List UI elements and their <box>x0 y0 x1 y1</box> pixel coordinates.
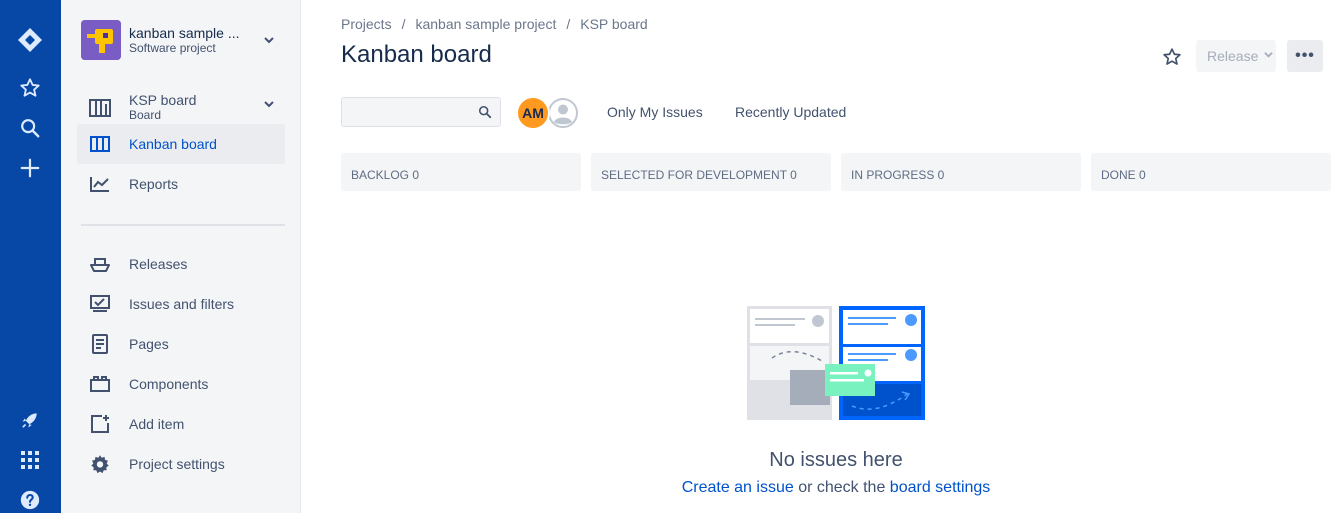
column-title: IN PROGRESS 0 <box>851 168 945 182</box>
empty-state-title: No issues here <box>769 449 903 471</box>
sidebar-item-label: Reports <box>129 176 179 192</box>
page-title: Kanban board <box>341 41 492 68</box>
star-button[interactable] <box>1160 45 1184 69</box>
sidebar-item-releases[interactable]: Releases <box>77 244 285 284</box>
help-icon[interactable] <box>14 484 46 513</box>
sidebar-item-label: Releases <box>129 256 188 272</box>
search-field[interactable] <box>341 97 501 127</box>
board-switcher[interactable]: KSP board Board <box>77 88 285 128</box>
avatar-unassigned[interactable] <box>546 96 580 130</box>
plus-icon[interactable] <box>14 152 46 184</box>
sidebar-item-label: Issues and filters <box>129 296 235 312</box>
release-label: Release <box>1207 48 1259 64</box>
search-icon[interactable] <box>14 112 46 144</box>
column-in-progress: IN PROGRESS 0 <box>841 153 1081 191</box>
sidebar-divider <box>81 224 285 226</box>
empty-state-text: or check the <box>793 479 890 496</box>
avatar-am[interactable]: AM <box>516 96 550 130</box>
user-icon <box>548 98 578 128</box>
column-backlog: BACKLOG 0 <box>341 153 581 191</box>
components-icon <box>89 374 111 394</box>
sidebar-item-kanban-board[interactable]: Kanban board <box>77 124 285 164</box>
sidebar-item-label: Project settings <box>129 456 225 472</box>
jira-logo-icon[interactable] <box>14 24 46 56</box>
column-title: DONE 0 <box>1101 168 1146 182</box>
sidebar-item-issues-and-filters[interactable]: Issues and filters <box>77 284 285 324</box>
star-icon[interactable] <box>14 72 46 104</box>
breadcrumb-item-project[interactable]: kanban sample project <box>415 16 556 32</box>
project-switcher[interactable]: kanban sample ... Software project <box>81 20 281 60</box>
column-done: DONE 0 <box>1091 153 1331 191</box>
gear-icon <box>89 454 111 474</box>
board-type: Board <box>129 108 162 122</box>
sidebar-item-label: Components <box>129 376 209 392</box>
breadcrumb-separator: / <box>401 16 406 32</box>
empty-state-description: Create an issue or check the board setti… <box>341 479 1331 497</box>
chevron-down-icon <box>1264 50 1274 62</box>
sidebar-item-label: Pages <box>129 336 169 352</box>
project-type: Software project <box>129 41 216 55</box>
sidebar-item-label: Kanban board <box>129 136 217 152</box>
ship-icon <box>89 254 111 274</box>
board-name: KSP board <box>129 92 197 108</box>
sidebar-item-add-item[interactable]: Add item <box>77 404 285 444</box>
chart-icon <box>89 174 111 194</box>
breadcrumb-item-projects[interactable]: Projects <box>341 16 392 32</box>
star-icon <box>1163 48 1181 65</box>
create-issue-link[interactable]: Create an issue <box>682 479 794 496</box>
column-title: SELECTED FOR DEVELOPMENT 0 <box>601 168 797 182</box>
sidebar-item-components[interactable]: Components <box>77 364 285 404</box>
empty-board-illustration <box>747 306 925 420</box>
search-input[interactable] <box>342 98 470 126</box>
sidebar-item-project-settings[interactable]: Project settings <box>77 444 285 484</box>
app-grid-icon[interactable] <box>14 444 46 476</box>
column-selected-for-development: SELECTED FOR DEVELOPMENT 0 <box>591 153 831 191</box>
breadcrumb-item-board[interactable]: KSP board <box>580 16 647 32</box>
board-settings-link[interactable]: board settings <box>890 479 991 496</box>
column-title: BACKLOG 0 <box>351 168 420 182</box>
breadcrumb: Projects / kanban sample project / KSP board <box>341 16 648 32</box>
sidebar-item-pages[interactable]: Pages <box>77 324 285 364</box>
add-item-icon <box>89 414 111 434</box>
breadcrumb-separator: / <box>566 16 571 32</box>
release-button[interactable]: Release <box>1196 40 1276 72</box>
chevron-down-icon[interactable] <box>261 32 277 48</box>
filter-recently-updated[interactable]: Recently Updated <box>735 104 846 120</box>
more-actions-button[interactable]: ••• <box>1287 40 1323 72</box>
filter-only-my-issues[interactable]: Only My Issues <box>607 104 703 120</box>
rocket-icon[interactable] <box>14 404 46 436</box>
project-avatar <box>81 20 121 60</box>
search-icon <box>478 105 492 119</box>
global-nav <box>0 0 61 513</box>
board-icon <box>89 98 111 118</box>
sidebar-item-label: Add item <box>129 416 185 432</box>
page-icon <box>89 334 111 354</box>
project-name: kanban sample ... <box>129 25 240 41</box>
sidebar-item-reports[interactable]: Reports <box>77 164 285 204</box>
project-sidebar: kanban sample ... Software project KSP b… <box>61 0 301 513</box>
chevron-down-icon[interactable] <box>261 96 277 112</box>
issues-icon <box>89 294 111 314</box>
board-columns-icon <box>89 134 111 154</box>
